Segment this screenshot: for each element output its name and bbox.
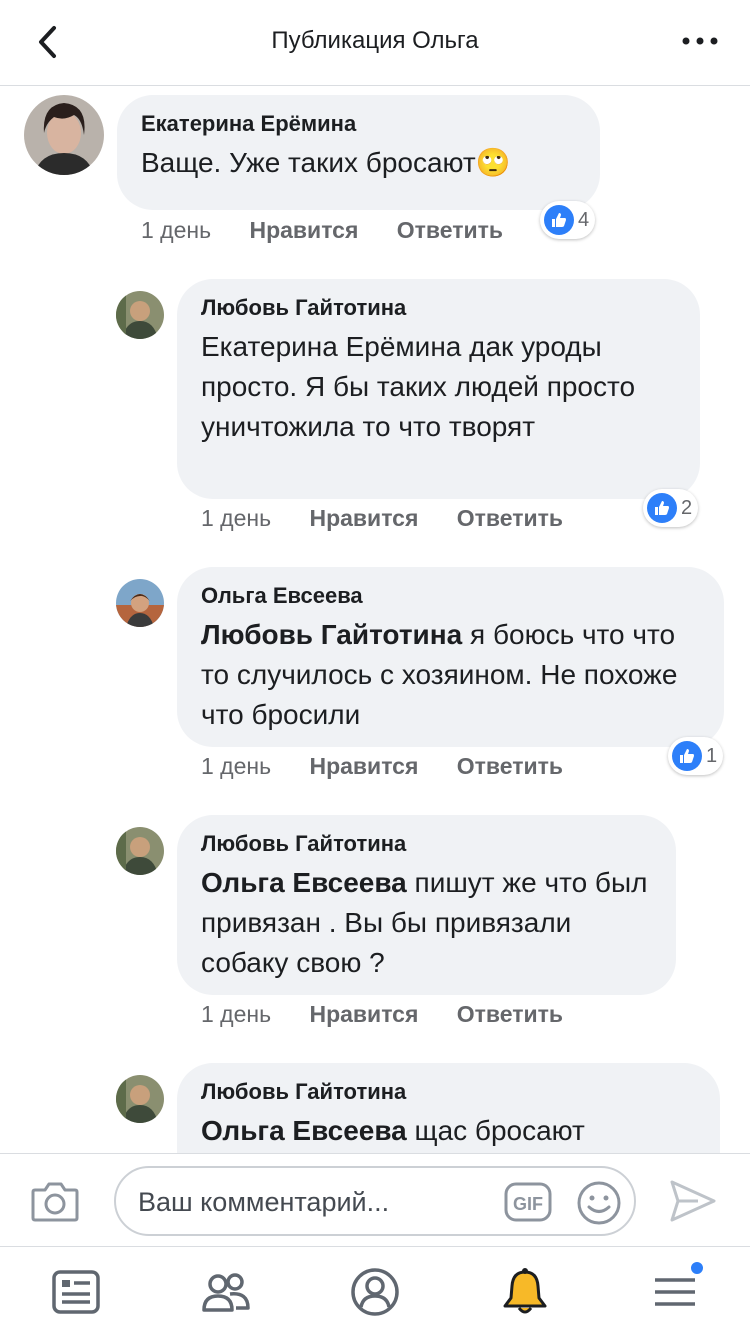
reaction-badge[interactable]: 2 (643, 489, 699, 527)
comment-author[interactable]: Любовь Гайтотина (201, 1077, 696, 1107)
comment-text: Ольга Евсеева пишут же что был привязан … (201, 863, 652, 983)
profile-icon (351, 1268, 399, 1316)
comment-actions: 1 день Нравится Ответить (141, 217, 535, 244)
comment-item: Любовь Гайтотина Ольга Евсеева щас броса… (0, 1061, 750, 1153)
comment-item: Екатерина Ерёмина Ваще. Уже таких бросаю… (0, 87, 750, 257)
comment-text: Ольга Евсеева щас бросают (201, 1111, 696, 1151)
avatar[interactable] (116, 827, 164, 875)
comment-input-wrapper: GIF (114, 1166, 636, 1236)
news-feed-icon (52, 1270, 100, 1314)
camera-icon (31, 1182, 79, 1222)
comment-bubble[interactable]: Любовь Гайтотина Ольга Евсеева щас броса… (177, 1063, 720, 1153)
tab-news-feed[interactable] (50, 1266, 102, 1318)
reaction-badge[interactable]: 1 (668, 737, 724, 775)
more-dots-icon (682, 37, 718, 45)
mention-link[interactable]: Ольга Евсеева (201, 1115, 407, 1146)
tab-friends[interactable] (200, 1266, 252, 1318)
reply-button[interactable]: Ответить (457, 505, 563, 532)
smiley-icon (577, 1181, 621, 1225)
top-bar: Публикация Ольга (0, 0, 750, 86)
mention-link[interactable]: Любовь Гайтотина (201, 619, 462, 650)
comment-text: Екатерина Ерёмина дак уроды просто. Я бы… (201, 331, 636, 442)
reply-button[interactable]: Ответить (397, 217, 503, 244)
send-button[interactable] (668, 1178, 718, 1224)
camera-button[interactable] (30, 1178, 80, 1224)
comment-author[interactable]: Ольга Евсеева (201, 581, 700, 611)
comment-text: Любовь Гайтотина я боюсь что что то случ… (201, 615, 700, 735)
emoji-button[interactable] (576, 1180, 622, 1226)
comment-text: Ваще. Уже таких бросают🙄 (141, 143, 576, 183)
avatar[interactable] (116, 291, 164, 339)
avatar[interactable] (24, 95, 104, 175)
comment-time[interactable]: 1 день (141, 217, 211, 244)
comment-item: Ольга Евсеева Любовь Гайтотина я боюсь ч… (0, 565, 750, 805)
thumbs-up-icon (544, 205, 574, 235)
avatar[interactable] (116, 579, 164, 627)
gif-button[interactable]: GIF (504, 1182, 552, 1222)
gif-label: GIF (513, 1194, 543, 1214)
thumbs-up-icon (672, 741, 702, 771)
comment-item: Любовь Гайтотина Екатерина Ерёмина дак у… (0, 277, 750, 547)
comment-bubble[interactable]: Ольга Евсеева Любовь Гайтотина я боюсь ч… (177, 567, 724, 747)
reply-button[interactable]: Ответить (457, 1001, 563, 1028)
like-button[interactable]: Нравится (309, 505, 418, 532)
tab-notifications[interactable] (499, 1266, 551, 1318)
send-icon (670, 1180, 716, 1222)
comment-time[interactable]: 1 день (201, 1001, 271, 1028)
notifications-bell-icon (503, 1268, 547, 1314)
reply-button[interactable]: Ответить (457, 753, 563, 780)
comment-author[interactable]: Любовь Гайтотина (201, 829, 652, 859)
comment-bubble[interactable]: Любовь Гайтотина Ольга Евсеева пишут же … (177, 815, 676, 995)
like-button[interactable]: Нравится (309, 753, 418, 780)
mention-link[interactable]: Ольга Евсеева (201, 867, 407, 898)
reaction-badge[interactable]: 4 (540, 201, 596, 239)
friends-icon (202, 1273, 250, 1312)
comment-time[interactable]: 1 день (201, 753, 271, 780)
avatar[interactable] (116, 1075, 164, 1123)
like-button[interactable]: Нравится (309, 1001, 418, 1028)
notification-dot (689, 1260, 705, 1276)
more-options-button[interactable] (680, 26, 720, 56)
bottom-tab-bar (0, 1248, 750, 1334)
comment-bubble[interactable]: Любовь Гайтотина Екатерина Ерёмина дак у… (177, 279, 700, 499)
comment-item: Любовь Гайтотина Ольга Евсеева пишут же … (0, 813, 750, 1053)
comment-actions: 1 день Нравится Ответить (201, 505, 595, 532)
comment-text-body: Ваще. Уже таких бросают (141, 147, 476, 178)
comment-author[interactable]: Екатерина Ерёмина (141, 109, 576, 139)
comment-composer: GIF (0, 1153, 750, 1247)
eye-roll-emoji: 🙄 (475, 147, 511, 178)
comment-input[interactable] (138, 1182, 488, 1222)
comment-actions: 1 день Нравится Ответить (201, 753, 595, 780)
reaction-count: 4 (578, 208, 590, 231)
comments-feed[interactable]: Екатерина Ерёмина Ваще. Уже таких бросаю… (0, 87, 750, 1153)
thumbs-up-icon (647, 493, 677, 523)
comment-time[interactable]: 1 день (201, 505, 271, 532)
like-button[interactable]: Нравится (249, 217, 358, 244)
page-title: Публикация Ольга (271, 27, 479, 54)
comment-bubble[interactable]: Екатерина Ерёмина Ваще. Уже таких бросаю… (117, 95, 600, 210)
tab-profile[interactable] (349, 1266, 401, 1318)
reaction-count: 2 (681, 496, 693, 519)
tab-menu[interactable] (649, 1260, 705, 1318)
comment-author[interactable]: Любовь Гайтотина (201, 293, 676, 323)
comment-text-body: щас бросают (406, 1115, 585, 1146)
comment-actions: 1 день Нравится Ответить (201, 1001, 595, 1028)
reaction-count: 1 (706, 744, 718, 767)
